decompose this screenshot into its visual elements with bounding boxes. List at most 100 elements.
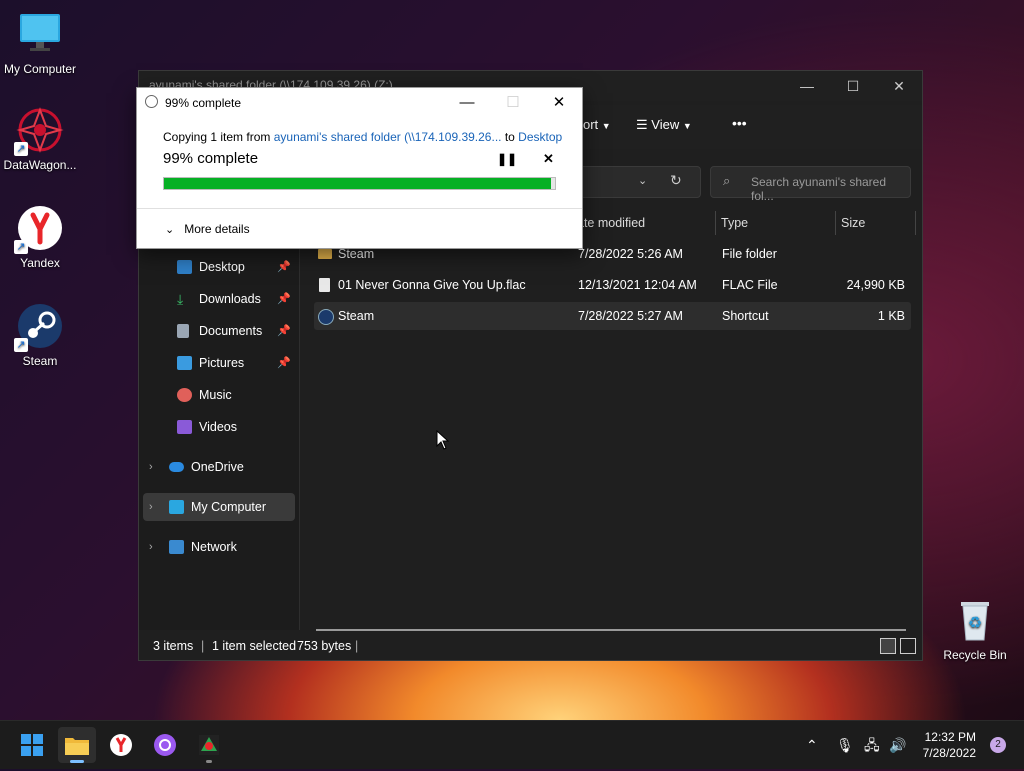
alice-icon: [154, 734, 176, 756]
sort-button[interactable]: ort ▼: [583, 117, 611, 132]
nav-item-desktop[interactable]: Desktop 📌: [139, 253, 297, 281]
chevron-right-icon[interactable]: ›: [149, 533, 153, 561]
status-divider: |: [355, 639, 359, 653]
desktop-icon-label: My Computer: [3, 62, 77, 76]
taskbar-alice-button[interactable]: [146, 727, 184, 763]
minimize-button[interactable]: —: [784, 71, 830, 101]
search-placeholder: Search ayunami's shared fol...: [751, 175, 887, 203]
desktop-icon-label: Yandex: [20, 256, 60, 270]
progress-fill: [164, 178, 552, 189]
chevron-right-icon[interactable]: ›: [149, 453, 153, 481]
view-button[interactable]: ☰ View ▼: [636, 117, 692, 133]
file-date: 7/28/2022 5:26 AM: [578, 247, 683, 261]
shortcut-arrow-icon: ↗: [14, 338, 28, 352]
nav-item-my-computer[interactable]: › My Computer: [143, 493, 295, 521]
column-divider[interactable]: [915, 211, 916, 235]
more-details-label: More details: [184, 222, 250, 236]
search-icon: ⌕: [723, 173, 731, 188]
folder-icon: [318, 249, 332, 259]
network-icon: [169, 540, 184, 554]
shortcut-arrow-icon: ↗: [14, 240, 28, 254]
column-divider[interactable]: [715, 211, 716, 235]
nav-item-network[interactable]: › Network: [139, 533, 297, 561]
nav-item-pictures[interactable]: Pictures 📌: [139, 349, 297, 377]
file-row-flac[interactable]: 01 Never Gonna Give You Up.flac 12/13/20…: [314, 271, 911, 299]
video-icon: [177, 420, 192, 434]
copy-progress-dialog[interactable]: 99% complete — ☐ ✕ Copying 1 item from a…: [136, 87, 583, 249]
nav-label: Network: [191, 540, 237, 554]
pause-button[interactable]: ❚❚: [497, 152, 517, 166]
desktop-icon-label: DataWagon...: [3, 158, 77, 172]
file-date: 7/28/2022 5:27 AM: [578, 309, 683, 323]
pin-icon: 📌: [277, 293, 291, 305]
taskbar-clock[interactable]: 12:32 PM 7/28/2022: [923, 729, 976, 761]
monitor-icon: [16, 10, 64, 58]
nav-item-downloads[interactable]: ⤓ Downloads 📌: [139, 285, 297, 313]
refresh-icon[interactable]: ↻: [670, 172, 682, 189]
start-button[interactable]: [13, 727, 51, 763]
copying-prefix: Copying 1 item from: [163, 130, 274, 144]
status-bytes: 753 bytes: [297, 639, 352, 653]
source-link[interactable]: ayunami's shared folder (\\174.109.39.26…: [274, 130, 502, 144]
close-button[interactable]: ✕: [876, 71, 922, 101]
copy-progress-bar: [163, 177, 556, 190]
view-label: View: [651, 117, 680, 132]
file-type: File folder: [722, 247, 777, 261]
nav-label: Pictures: [199, 356, 245, 370]
status-item-count: 3 items: [153, 639, 194, 653]
datawagon-icon: [199, 735, 219, 755]
desktop-icon-yandex[interactable]: ↗ Yandex: [0, 204, 80, 270]
steam-icon: ↗: [14, 302, 64, 352]
column-header-type[interactable]: Type: [721, 211, 748, 235]
cancel-copy-button[interactable]: ✕: [543, 151, 554, 167]
tiles-view-button[interactable]: [900, 638, 916, 654]
column-header-size[interactable]: Size: [841, 211, 865, 235]
datawagon-logo-icon: ↗: [14, 106, 64, 156]
nav-label: Desktop: [199, 260, 245, 274]
column-divider[interactable]: [835, 211, 836, 235]
file-size: 1 KB: [877, 309, 905, 323]
horizontal-scrollbar[interactable]: [316, 629, 906, 631]
notification-badge[interactable]: 2: [990, 737, 1006, 753]
more-options-button[interactable]: •••: [732, 115, 747, 131]
chevron-right-icon[interactable]: ›: [149, 493, 153, 521]
desktop-icon-steam[interactable]: ↗ Steam: [0, 302, 80, 368]
view-list-icon: ☰: [636, 117, 648, 132]
clock-time: 12:32 PM: [924, 730, 976, 744]
svg-text:♻: ♻: [968, 615, 982, 632]
search-box[interactable]: ⌕ Search ayunami's shared fol...: [710, 166, 911, 203]
column-header-date[interactable]: ate modified: [577, 211, 645, 235]
dialog-close-button[interactable]: ✕: [536, 88, 582, 118]
taskbar-yandex-button[interactable]: [102, 727, 140, 763]
download-icon: ⤓: [177, 291, 184, 307]
steam-shortcut-icon: [318, 309, 334, 325]
destination-link[interactable]: Desktop: [518, 130, 562, 144]
computer-icon: [169, 500, 184, 514]
nav-item-onedrive[interactable]: › OneDrive: [139, 453, 297, 481]
volume-icon[interactable]: 🔊: [889, 721, 906, 769]
file-row-steam-shortcut[interactable]: Steam 7/28/2022 5:27 AM Shortcut 1 KB: [314, 302, 911, 330]
chevron-down-icon: ⌄: [638, 175, 648, 187]
details-view-button[interactable]: [880, 638, 896, 654]
taskbar-file-explorer-button[interactable]: [58, 727, 96, 763]
show-hidden-icons-button[interactable]: ⌃: [806, 721, 818, 769]
nav-item-videos[interactable]: Videos: [139, 413, 297, 441]
dialog-minimize-button[interactable]: —: [444, 88, 490, 118]
network-status-icon[interactable]: 🖧: [864, 721, 880, 769]
nav-item-documents[interactable]: Documents 📌: [139, 317, 297, 345]
taskbar-datawagon-button[interactable]: [190, 727, 228, 763]
nav-label: Videos: [199, 420, 237, 434]
address-bar[interactable]: ⌄ ↻: [579, 166, 701, 198]
maximize-button[interactable]: ☐: [830, 71, 876, 101]
desktop-icon-datawagon[interactable]: ↗ DataWagon...: [0, 106, 80, 172]
yandex-icon: [110, 734, 132, 756]
nav-item-music[interactable]: Music: [139, 381, 297, 409]
percent-complete-label: 99% complete: [163, 150, 259, 167]
microphone-icon[interactable]: 🎙: [836, 721, 854, 769]
desktop-icon-recycle-bin[interactable]: ♻ Recycle Bin: [935, 596, 1015, 662]
copying-description: Copying 1 item from ayunami's shared fol…: [163, 130, 562, 144]
desktop-icon-my-computer[interactable]: My Computer: [0, 10, 80, 76]
more-details-button[interactable]: ⌄ More details: [165, 222, 250, 236]
navigation-pane[interactable]: Desktop 📌 ⤓ Downloads 📌 Documents 📌 Pictures…: [139, 211, 300, 630]
chevron-down-icon: ▼: [682, 121, 692, 131]
